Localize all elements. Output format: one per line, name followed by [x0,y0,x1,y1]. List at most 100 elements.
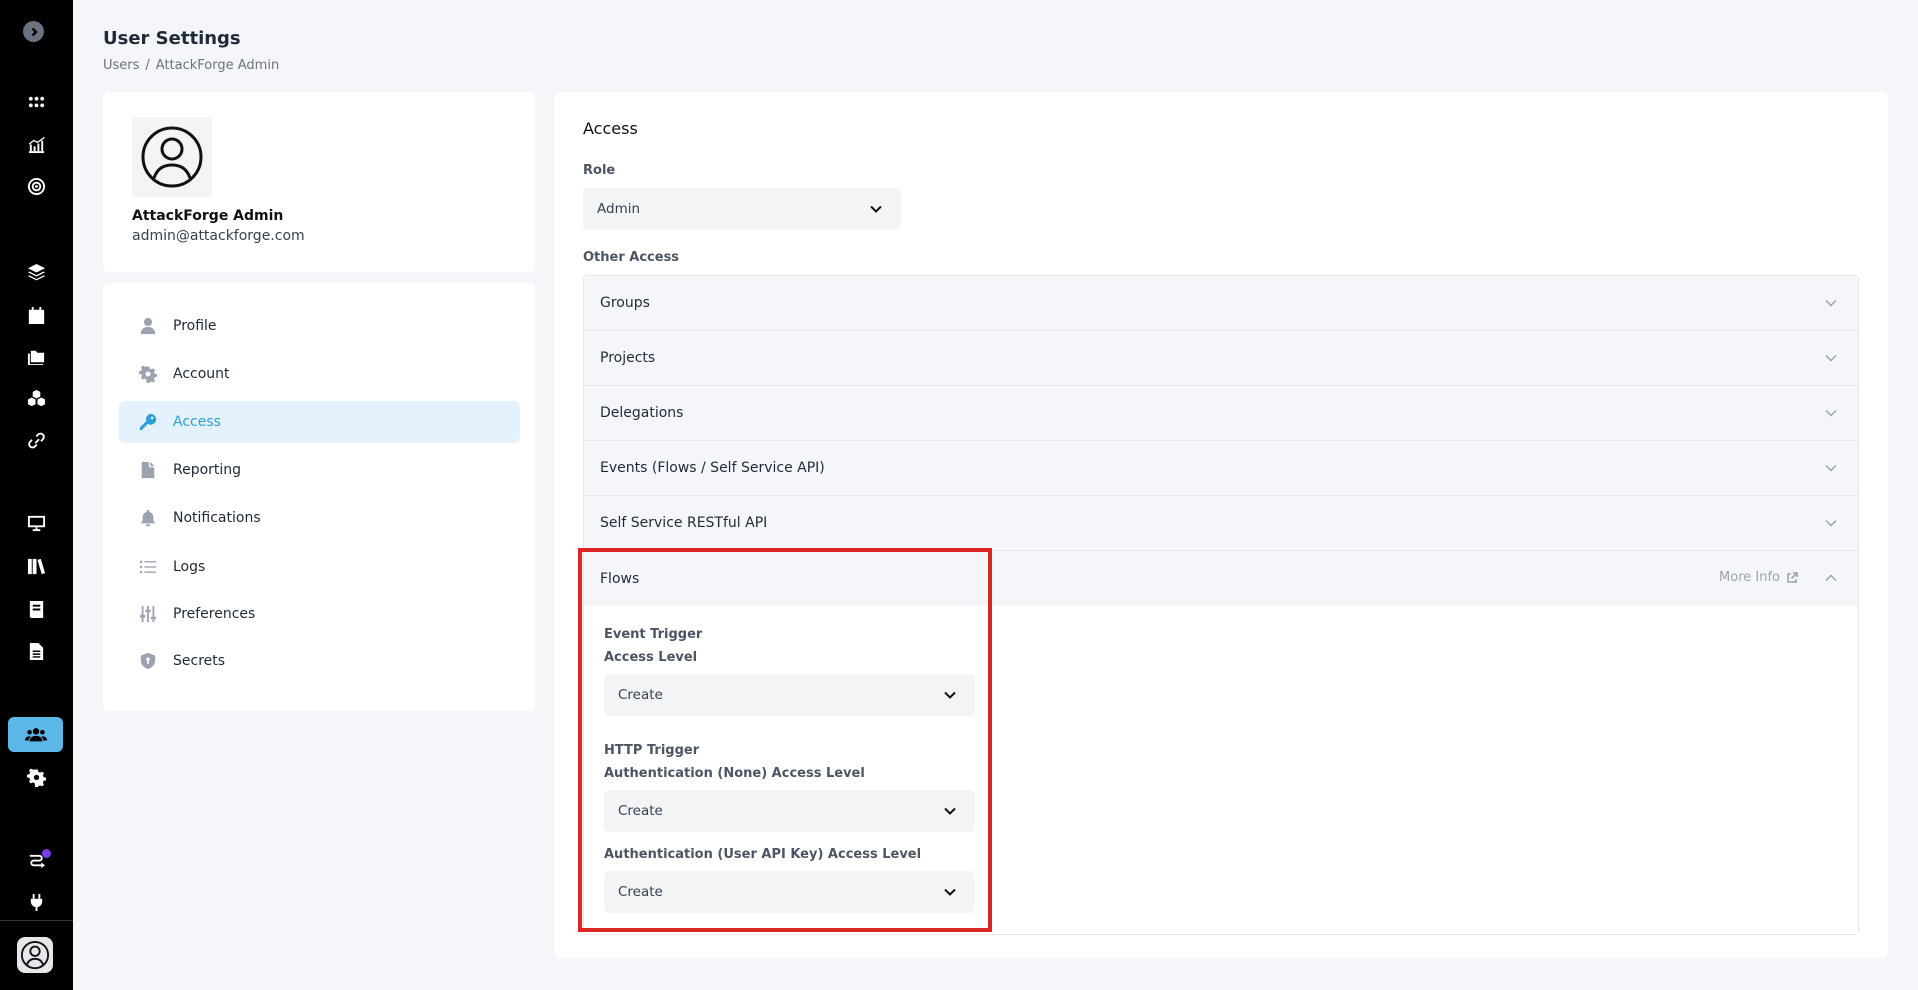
settings-nav: Profile Account Access Reporting Notific… [103,283,535,711]
nav-item-profile[interactable]: Profile [119,305,520,347]
chevron-down-icon [1825,354,1837,362]
accordion-groups[interactable]: Groups [584,276,1858,331]
auth-none-access-level-select[interactable]: Create [604,790,975,832]
link-icon[interactable] [0,420,73,460]
list-icon [139,560,157,574]
access-panel: Access Role Admin Other Access Groups Pr… [554,92,1888,958]
accordion-flows[interactable]: Flows More Info [584,551,1858,606]
user-email: admin@attackforge.com [132,228,305,244]
breadcrumb-separator: / [145,58,150,73]
chevron-down-icon [1825,299,1837,307]
left-rail [0,0,73,990]
avatar [132,117,212,197]
nav-item-label: Reporting [173,462,242,478]
file-icon [141,461,155,479]
other-access-label: Other Access [583,250,680,265]
layers-icon[interactable] [0,252,73,292]
folders-icon[interactable] [0,336,73,376]
users-icon[interactable] [8,717,63,752]
auth-none-access-level-value: Create [618,803,663,819]
accordion-title: Projects [600,350,656,366]
chevron-right-icon[interactable] [23,21,44,42]
nav-item-label: Profile [173,318,217,334]
nav-item-label: Notifications [173,510,261,526]
chevron-down-icon [1825,464,1837,472]
chevron-down-icon [944,888,956,896]
external-link-icon [1787,571,1798,583]
nav-item-reporting[interactable]: Reporting [119,449,520,491]
grid-icon[interactable] [0,82,73,122]
accordion-title: Groups [600,295,650,311]
avatar-icon[interactable] [17,937,53,973]
target-icon[interactable] [0,166,73,206]
user-icon [140,317,156,335]
auth-key-label: Authentication (User API Key) Access Lev… [604,847,922,862]
nav-item-secrets[interactable]: Secrets [119,640,520,682]
http-trigger-label: HTTP Trigger [604,743,700,758]
accordion-events[interactable]: Events (Flows / Self Service API) [584,441,1858,496]
sliders-icon [139,605,157,623]
accordion-title: Delegations [600,405,684,421]
chevron-down-icon [944,807,956,815]
breadcrumb-users-link[interactable]: Users [103,58,139,73]
accordion-title: Self Service RESTful API [600,515,768,531]
breadcrumb: Users / AttackForge Admin [103,58,279,73]
key-icon [139,413,157,431]
nav-item-preferences[interactable]: Preferences [119,593,520,635]
nav-item-label: Account [173,366,230,382]
nav-item-label: Secrets [173,653,226,669]
nav-item-access[interactable]: Access [119,401,520,443]
more-info-link[interactable]: More Info [1719,570,1798,585]
page-title: User Settings [103,28,241,49]
accordion-title: Flows [600,570,640,587]
section-title: Access [583,119,638,138]
nav-item-label: Preferences [173,606,256,622]
accordion-projects[interactable]: Projects [584,331,1858,386]
accordion-self-service-api[interactable]: Self Service RESTful API [584,496,1858,551]
breadcrumb-current: AttackForge Admin [155,58,280,73]
user-name: AttackForge Admin [132,208,284,224]
other-access-accordion: Groups Projects Delegations Events (Flow… [583,275,1859,935]
event-access-level-value: Create [618,687,663,703]
calendar-icon[interactable] [0,295,73,335]
more-info-label: More Info [1719,570,1780,585]
rail-divider [0,920,73,921]
gear-icon[interactable] [0,757,73,797]
chevron-down-icon [944,691,956,699]
flow-icon[interactable] [0,841,73,881]
gear-icon [139,365,157,383]
library-icon[interactable] [0,546,73,586]
role-label: Role [583,163,616,178]
nav-item-account[interactable]: Account [119,353,520,395]
auth-none-label: Authentication (None) Access Level [604,766,865,781]
accordion-title: Events (Flows / Self Service API) [600,460,825,476]
flows-body: Event Trigger Access Level Create HTTP T… [584,606,1858,934]
nav-item-label: Access [173,414,221,430]
notification-dot [42,849,51,858]
nav-item-label: Logs [173,559,206,575]
chart-icon[interactable] [0,124,73,164]
role-select-value: Admin [597,201,641,217]
auth-key-access-level-select[interactable]: Create [604,871,975,913]
book-icon[interactable] [0,589,73,629]
nav-item-notifications[interactable]: Notifications [119,497,520,539]
monitor-icon[interactable] [0,503,73,543]
chevron-up-icon [1825,574,1837,582]
role-select[interactable]: Admin [583,188,901,230]
plug-icon[interactable] [0,882,73,922]
cubes-icon[interactable] [0,378,73,418]
chevron-down-icon [1825,409,1837,417]
shield-icon [140,652,156,670]
event-access-level-select[interactable]: Create [604,674,975,716]
bell-icon [140,509,156,527]
document-icon[interactable] [0,631,73,671]
profile-card: AttackForge Admin admin@attackforge.com [103,92,535,272]
event-trigger-label: Event Trigger [604,627,703,642]
accordion-delegations[interactable]: Delegations [584,386,1858,441]
user-avatar-icon [141,126,203,188]
auth-key-access-level-value: Create [618,884,663,900]
event-access-level-label: Access Level [604,650,698,665]
chevron-down-icon [870,205,882,213]
chevron-down-icon [1825,519,1837,527]
nav-item-logs[interactable]: Logs [119,546,520,588]
